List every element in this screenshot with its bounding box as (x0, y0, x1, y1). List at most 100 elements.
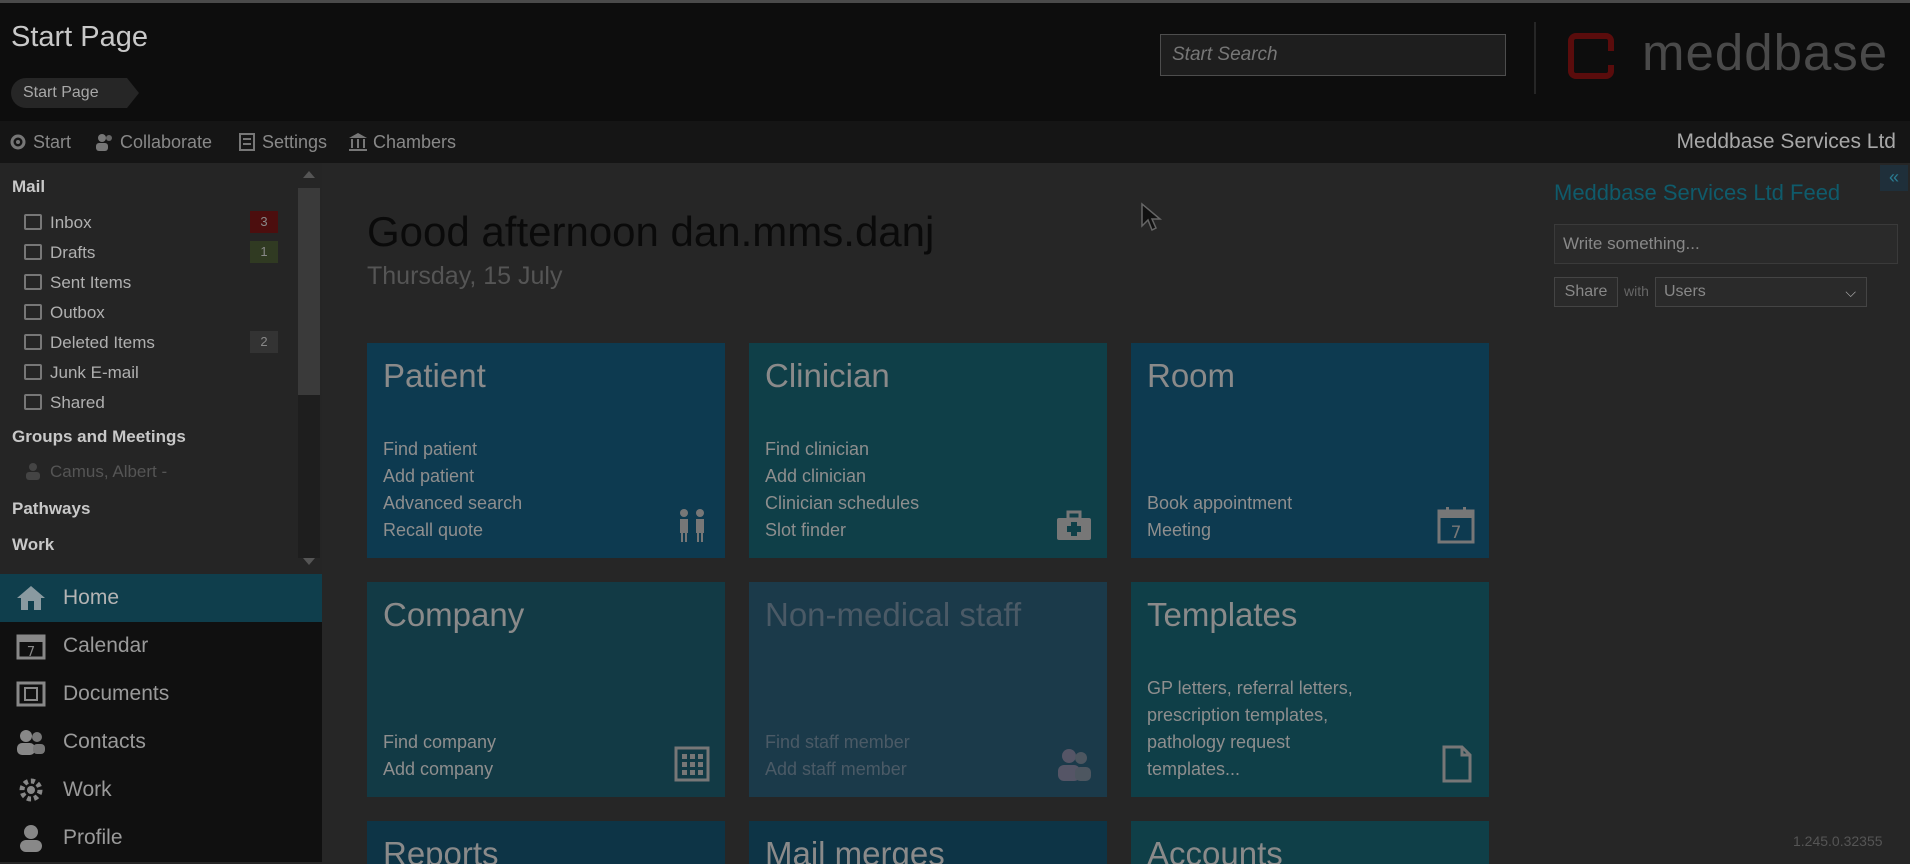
link-find-staff-member[interactable]: Find staff member (765, 729, 910, 756)
folder-deleted-items[interactable]: Deleted Items (24, 330, 155, 356)
module-calendar[interactable]: 7 Calendar (0, 622, 322, 670)
folder-shared[interactable]: Shared (24, 390, 105, 416)
junk-icon (24, 364, 42, 380)
audience-selected-value: Users (1664, 283, 1706, 300)
document-icon (1442, 745, 1472, 783)
link-book-appointment[interactable]: Book appointment (1147, 490, 1292, 517)
link-add-company[interactable]: Add company (383, 756, 496, 783)
group-item-camus[interactable]: Camus, Albert - (24, 459, 167, 485)
shared-folder-icon (24, 394, 42, 410)
building-icon (349, 133, 367, 151)
tile-links: GP letters, referral letters, prescripti… (1147, 675, 1353, 783)
folder-label: Shared (50, 393, 105, 412)
nav-settings-label: Settings (262, 132, 328, 152)
link-find-clinician[interactable]: Find clinician (765, 436, 919, 463)
tile-title: Reports (383, 835, 499, 864)
nav-chambers[interactable]: Chambers (348, 121, 456, 163)
tile-non-medical-staff[interactable]: Non-medical staff Find staff member Add … (749, 582, 1107, 797)
link-clinician-schedules[interactable]: Clinician schedules (765, 490, 919, 517)
nav-collaborate[interactable]: Collaborate (95, 121, 212, 163)
documents-icon (16, 681, 46, 707)
share-audience-select[interactable]: Users ⌵ (1655, 277, 1867, 307)
nav-start-label: Start (33, 132, 72, 152)
feed-title: Meddbase Services Ltd Feed (1554, 180, 1841, 205)
folder-junk-email[interactable]: Junk E-mail (24, 360, 139, 386)
tile-title: Templates (1147, 596, 1298, 633)
header-divider (1534, 22, 1536, 94)
module-home[interactable]: Home (0, 574, 322, 622)
folder-sent-items[interactable]: Sent Items (24, 270, 131, 296)
staff-icon (1058, 749, 1091, 781)
module-label: Documents (63, 682, 170, 705)
current-date: Thursday, 15 July (367, 262, 563, 290)
folder-label: Sent Items (50, 273, 132, 292)
left-sidebar: Mail Inbox 3 Drafts 1 Sent Items Outbox … (0, 163, 322, 864)
tile-company[interactable]: Company Find company Add company (367, 582, 725, 797)
tile-title: Patient (383, 357, 486, 394)
medical-bag-icon (1057, 510, 1091, 540)
greeting-heading: Good afternoon dan.mms.danj (367, 208, 935, 255)
module-work[interactable]: Work (0, 766, 322, 814)
folder-label: Junk E-mail (50, 363, 139, 382)
collapse-panel-button[interactable]: « (1880, 165, 1908, 191)
tile-title: Clinician (765, 357, 890, 394)
tile-accounts[interactable]: Accounts (1131, 821, 1489, 864)
folder-inbox[interactable]: Inbox (24, 210, 92, 236)
mail-section-header[interactable]: Mail (12, 177, 45, 197)
top-navbar: Start Collaborate Settings Chambers Medd… (0, 121, 1910, 163)
link-add-clinician[interactable]: Add clinician (765, 463, 919, 490)
link-find-patient[interactable]: Find patient (383, 436, 522, 463)
calendar-icon: 7 (1437, 507, 1475, 544)
folder-label: Deleted Items (50, 333, 155, 352)
pathways-section-header[interactable]: Pathways (12, 499, 90, 519)
link-add-staff-member[interactable]: Add staff member (765, 756, 910, 783)
tile-clinician[interactable]: Clinician Find clinician Add clinician C… (749, 343, 1107, 558)
tile-mail-merges[interactable]: Mail merges (749, 821, 1107, 864)
app-header: Start Page Start Page meddbase (0, 3, 1910, 121)
people-icon (96, 134, 112, 151)
link-advanced-search[interactable]: Advanced search (383, 490, 522, 517)
tile-templates[interactable]: Templates GP letters, referral letters, … (1131, 582, 1489, 797)
groups-section-header[interactable]: Groups and Meetings (12, 427, 186, 447)
work-section-header[interactable]: Work (12, 535, 54, 555)
module-contacts[interactable]: Contacts (0, 718, 322, 766)
meddbase-logo-icon (1568, 33, 1618, 79)
start-search-input[interactable] (1160, 34, 1506, 76)
organisation-name: Meddbase Services Ltd (1676, 130, 1896, 153)
folder-drafts[interactable]: Drafts (24, 240, 95, 266)
share-button[interactable]: Share (1554, 277, 1618, 307)
link-meeting[interactable]: Meeting (1147, 517, 1292, 544)
tile-room[interactable]: Room Book appointment Meeting 7 (1131, 343, 1489, 558)
sidebar-scrollbar-thumb[interactable] (298, 188, 320, 395)
nav-collaborate-label: Collaborate (120, 132, 213, 152)
tile-links: Find staff member Add staff member (765, 729, 910, 783)
templates-description-line: templates... (1147, 759, 1241, 779)
nav-start[interactable]: Start (8, 121, 71, 163)
tile-links: Find clinician Add clinician Clinician s… (765, 436, 919, 544)
scroll-down-arrow-icon[interactable] (303, 558, 315, 565)
folder-outbox[interactable]: Outbox (24, 300, 105, 326)
link-slot-finder[interactable]: Slot finder (765, 517, 919, 544)
module-label: Profile (63, 826, 123, 849)
link-find-company[interactable]: Find company (383, 729, 496, 756)
feed-post-input[interactable] (1554, 224, 1898, 264)
module-profile[interactable]: Profile (0, 814, 322, 862)
contacts-icon (17, 730, 45, 755)
link-add-patient[interactable]: Add patient (383, 463, 522, 490)
module-label: Contacts (63, 730, 146, 753)
folder-label: Inbox (50, 213, 92, 232)
tile-patient[interactable]: Patient Find patient Add patient Advance… (367, 343, 725, 558)
person-icon (26, 463, 40, 480)
tile-reports[interactable]: Reports (367, 821, 725, 864)
scroll-up-arrow-icon[interactable] (303, 171, 315, 178)
folder-label: Outbox (50, 303, 105, 322)
nav-settings[interactable]: Settings (237, 121, 327, 163)
breadcrumb-start-page[interactable]: Start Page (11, 78, 139, 108)
module-documents[interactable]: Documents (0, 670, 322, 718)
gear-icon (19, 778, 43, 802)
outbox-icon (24, 304, 42, 320)
sent-icon (24, 274, 42, 290)
link-recall-quote[interactable]: Recall quote (383, 517, 522, 544)
tile-title: Non-medical staff (765, 596, 1022, 633)
tile-links: Book appointment Meeting (1147, 490, 1292, 544)
